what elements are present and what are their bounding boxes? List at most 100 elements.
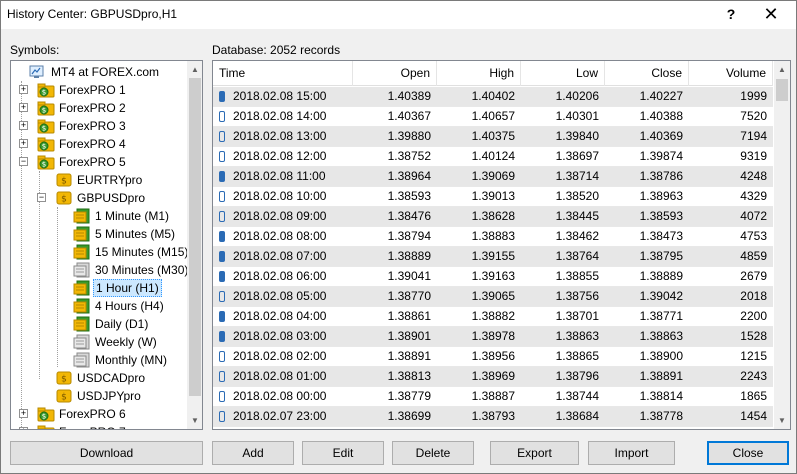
expand-icon[interactable]: + [19,121,28,130]
cell-close: 1.38891 [639,369,683,383]
tree-item[interactable]: + $ ForexPRO 1 [11,81,187,99]
tree-item[interactable]: Monthly (MN) [11,351,187,369]
table-row[interactable]: 2018.02.08 04:00 1.38861 1.38882 1.38701 1.3… [213,307,773,327]
cell-high: 1.38793 [471,409,515,423]
cell-high: 1.38887 [471,389,515,403]
grid-scroll-thumb[interactable] [776,79,788,101]
export-button[interactable]: Export [490,441,579,465]
symbols-tree[interactable]: MT4 at FOREX.com + $ ForexPRO 1 + $ ForexPRO 2… [10,60,203,430]
tree-item[interactable]: $ USDCADpro [11,369,187,387]
cell-time: 2018.02.07 23:00 [213,407,353,427]
tree-scrollbar[interactable]: ▲ ▼ [187,61,202,429]
table-row[interactable]: 2018.02.08 14:00 1.40367 1.40657 1.40301 1.4… [213,107,773,127]
history-grid[interactable]: Time Open High Low Close Volume 2018.02.… [212,60,791,430]
table-row[interactable]: 2018.02.07 23:00 1.38699 1.38793 1.38684 1.3… [213,407,773,427]
tree-item[interactable]: $ USDJPYpro [11,387,187,405]
cell-low: 1.38684 [555,409,599,423]
cell-close: 1.40388 [639,109,683,123]
svg-text:$: $ [42,89,46,97]
import-button[interactable]: Import [588,441,675,465]
column-header-close[interactable]: Close [605,61,689,86]
tree-item[interactable]: − $ ForexPRO 5 [11,153,187,171]
table-row[interactable]: 2018.02.08 05:00 1.38770 1.39065 1.38756 1.3… [213,287,773,307]
scroll-down-arrow-icon[interactable]: ▼ [187,412,202,429]
tree-item[interactable]: 15 Minutes (M15) [11,243,187,261]
close-button[interactable]: Close [707,441,789,465]
cell-open: 1.38794 [387,229,431,243]
cell-close: 1.38814 [639,389,683,403]
cell-time-text: 2018.02.08 02:00 [233,349,327,363]
bullish-candle-icon [219,211,225,222]
cell-open: 1.38964 [387,169,431,183]
tree-item[interactable]: 5 Minutes (M5) [11,225,187,243]
cell-low: 1.38701 [555,309,599,323]
table-row[interactable]: 2018.02.08 15:00 1.40389 1.40402 1.40206 1.4… [213,87,773,107]
scroll-up-arrow-icon[interactable]: ▲ [774,61,790,78]
tree-item[interactable]: MT4 at FOREX.com [11,63,187,81]
table-row[interactable]: 2018.02.08 13:00 1.39880 1.40375 1.39840 1.4… [213,127,773,147]
column-header-open[interactable]: Open [353,61,437,86]
tree-item[interactable]: + $ ForexPRO 6 [11,405,187,423]
scroll-down-arrow-icon[interactable]: ▼ [774,412,790,429]
help-button[interactable]: ? [717,3,745,25]
table-row[interactable]: 2018.02.08 03:00 1.38901 1.38978 1.38863 1.3… [213,327,773,347]
cell-high: 1.38882 [471,309,515,323]
expand-icon[interactable]: + [19,85,28,94]
table-row[interactable]: 2018.02.08 09:00 1.38476 1.38628 1.38445 1.3… [213,207,773,227]
bullish-candle-icon [219,111,225,122]
download-button[interactable]: Download [10,441,203,465]
bearish-candle-icon [219,331,225,342]
bullish-candle-icon [219,131,225,142]
column-header-low[interactable]: Low [521,61,605,86]
delete-button[interactable]: Delete [392,441,474,465]
tree-item[interactable]: − $ GBPUSDpro [11,189,187,207]
tree-item[interactable]: Daily (D1) [11,315,187,333]
column-header-volume[interactable]: Volume [689,61,773,86]
add-button[interactable]: Add [212,441,294,465]
bullish-candle-icon [219,191,225,202]
bullish-candle-icon [219,411,225,422]
table-row[interactable]: 2018.02.08 00:00 1.38779 1.38887 1.38744 1.3… [213,387,773,407]
column-header-time[interactable]: Time [213,61,353,86]
expand-icon[interactable]: + [19,409,28,418]
cell-close: 1.40227 [639,89,683,103]
close-window-button[interactable]: ✕ [757,3,785,25]
cell-volume: 7520 [740,109,767,123]
tree-item[interactable]: + $ ForexPRO 3 [11,117,187,135]
tree-item[interactable]: $ EURTRYpro [11,171,187,189]
table-row[interactable]: 2018.02.08 06:00 1.39041 1.39163 1.38855 1.3… [213,267,773,287]
tree-item-label: ForexPRO 4 [59,137,126,151]
expand-icon[interactable]: + [19,139,28,148]
scroll-up-arrow-icon[interactable]: ▲ [187,61,202,78]
edit-button[interactable]: Edit [302,441,384,465]
collapse-icon[interactable]: − [37,193,46,202]
cell-volume: 7194 [740,129,767,143]
tree-item[interactable]: + $ ForexPRO 2 [11,99,187,117]
table-row[interactable]: 2018.02.08 02:00 1.38891 1.38956 1.38865 1.3… [213,347,773,367]
cell-time: 2018.02.08 00:00 [213,387,353,407]
expand-icon[interactable]: + [19,103,28,112]
cell-open: 1.38813 [387,369,431,383]
grid-scrollbar[interactable]: ▲ ▼ [774,61,790,429]
tree-item[interactable]: Weekly (W) [11,333,187,351]
table-row[interactable]: 2018.02.08 11:00 1.38964 1.39069 1.38714 1.3… [213,167,773,187]
table-row[interactable]: 2018.02.08 01:00 1.38813 1.38969 1.38796 1.3… [213,367,773,387]
table-row[interactable]: 2018.02.08 12:00 1.38752 1.40124 1.38697 1.3… [213,147,773,167]
tree-item[interactable]: + $ ForexPRO 4 [11,135,187,153]
tree-item[interactable]: 30 Minutes (M30) [11,261,187,279]
column-header-high[interactable]: High [437,61,521,86]
tree-scroll-thumb[interactable] [189,78,201,396]
table-row[interactable]: 2018.02.08 07:00 1.38889 1.39155 1.38764 1.3… [213,247,773,267]
tree-item[interactable]: 4 Hours (H4) [11,297,187,315]
tree-item[interactable]: 1 Minute (M1) [11,207,187,225]
cell-close: 1.38771 [639,309,683,323]
folder-coins-icon: $ [37,82,55,98]
cell-open: 1.40389 [387,89,431,103]
tree-item[interactable]: + $ForexPRO 7 [11,423,187,429]
folder-coins-icon: $ [37,406,55,422]
collapse-icon[interactable]: − [19,157,28,166]
tree-item[interactable]: 1 Hour (H1) [11,279,187,297]
expand-icon[interactable]: + [19,427,28,429]
table-row[interactable]: 2018.02.08 10:00 1.38593 1.39013 1.38520 1.3… [213,187,773,207]
table-row[interactable]: 2018.02.08 08:00 1.38794 1.38883 1.38462 1.3… [213,227,773,247]
